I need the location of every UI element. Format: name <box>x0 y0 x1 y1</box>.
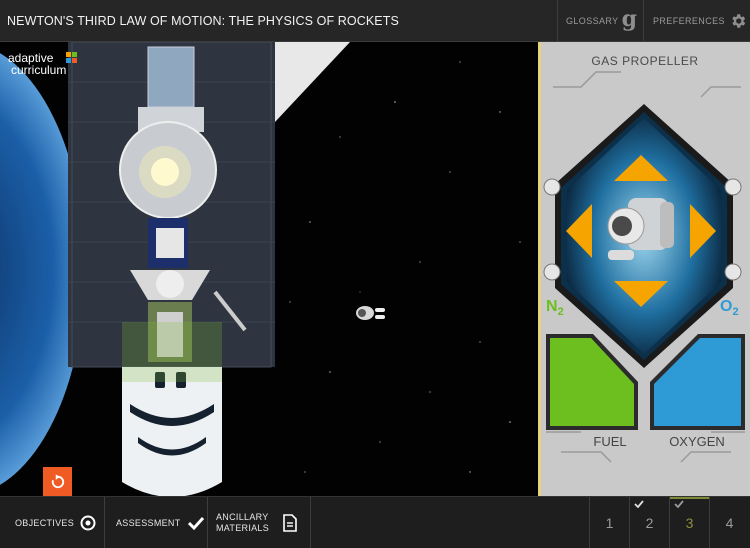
ancillary-materials-button[interactable]: ANCILLARY MATERIALS <box>208 497 311 548</box>
preferences-label: PREFERENCES <box>653 16 725 26</box>
oxygen-tank-fill <box>654 338 741 426</box>
thrust-right-arrow[interactable] <box>688 202 720 260</box>
oxygen-label: OXYGEN <box>669 434 725 449</box>
o2-label: O2 <box>720 298 739 319</box>
astronaut-preview <box>607 198 674 260</box>
reset-button[interactable] <box>43 467 72 496</box>
page-complete-check-icon <box>674 500 684 508</box>
preferences-button[interactable]: PREFERENCES <box>643 0 750 42</box>
astronaut-sprite <box>356 306 385 320</box>
glossary-g-icon: g <box>621 6 638 32</box>
fuel-label: FUEL <box>593 434 627 449</box>
reset-icon <box>51 474 64 488</box>
page-complete-check-icon <box>634 500 644 508</box>
assessment-button[interactable]: ASSESSMENT <box>105 497 208 548</box>
target-icon <box>80 515 96 531</box>
simulation-stage: adaptive curriculum GAS PROPELLER N2 O2 … <box>0 42 750 496</box>
adaptive-curriculum-logo: adaptive curriculum <box>8 52 82 80</box>
logo-mark-icon <box>66 52 77 63</box>
page-button-1[interactable]: 1 <box>589 497 629 548</box>
ancillary-label: ANCILLARY MATERIALS <box>216 512 270 533</box>
space-station-illustration <box>68 42 385 496</box>
document-icon <box>283 514 297 532</box>
page-button-3[interactable]: 3 <box>669 497 709 548</box>
gear-icon <box>732 14 746 28</box>
fuel-tank-fill <box>550 338 634 426</box>
thrust-down-arrow[interactable] <box>612 277 670 309</box>
assessment-label: ASSESSMENT <box>116 518 181 528</box>
bottom-bar: OBJECTIVES ASSESSMENT ANCILLARY MATERIAL… <box>0 496 750 548</box>
thrust-up-arrow[interactable] <box>612 153 670 185</box>
glossary-button[interactable]: GLOSSARY g <box>557 0 643 42</box>
objectives-label: OBJECTIVES <box>15 518 75 528</box>
checkmark-icon <box>187 516 204 531</box>
page-button-4[interactable]: 4 <box>709 497 749 548</box>
glossary-label: GLOSSARY <box>566 16 619 26</box>
panel-title: GAS PROPELLER <box>591 54 699 68</box>
objectives-button[interactable]: OBJECTIVES <box>0 497 105 548</box>
thrust-left-arrow[interactable] <box>562 202 594 260</box>
n2-label: N2 <box>546 298 564 319</box>
page-title: NEWTON'S THIRD LAW OF MOTION: THE PHYSIC… <box>7 14 399 28</box>
top-bar: NEWTON'S THIRD LAW OF MOTION: THE PHYSIC… <box>0 0 750 42</box>
page-button-2[interactable]: 2 <box>629 497 669 548</box>
